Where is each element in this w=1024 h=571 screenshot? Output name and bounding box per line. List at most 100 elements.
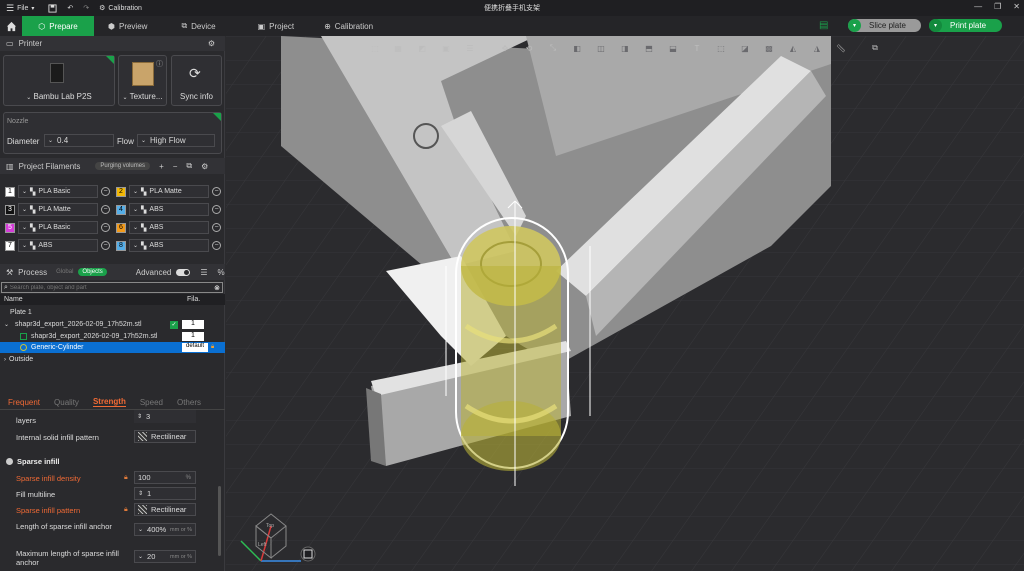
filament-item[interactable]: 1 ⌄ ▚ PLA Basic − xyxy=(5,184,110,199)
clear-icon[interactable]: ⊗ xyxy=(214,284,220,292)
printer-card[interactable]: ⌄ Bambu Lab P2S xyxy=(3,55,115,106)
text-icon[interactable]: T xyxy=(688,39,706,57)
global-toggle[interactable]: Global xyxy=(56,269,73,275)
stepper-icon[interactable]: ⇕ xyxy=(138,490,143,497)
part-fila-value[interactable]: 1 xyxy=(182,332,204,341)
filament-item[interactable]: 3 ⌄ ▚ PLA Matte − xyxy=(5,202,110,217)
diameter-select[interactable]: ⌄ 0.4 xyxy=(44,134,114,147)
name-column-header[interactable]: Name xyxy=(4,296,23,303)
slice-chevron-icon[interactable]: ▾ xyxy=(848,19,861,32)
flow-select[interactable]: ⌄ High Flow xyxy=(137,134,215,147)
move-icon[interactable]: ✥ xyxy=(496,39,514,57)
save-button[interactable] xyxy=(48,3,57,13)
lock-icon[interactable]: 🔒︎ xyxy=(124,474,128,482)
close-icon[interactable]: ✕ xyxy=(1013,2,1020,11)
menu-button[interactable]: ☰ File ▾ xyxy=(6,3,34,14)
grid-icon[interactable]: ▦ xyxy=(389,39,407,57)
filament-item[interactable]: 5 ⌄ ▚ PLA Basic − xyxy=(5,220,110,235)
modifier-fila-value[interactable]: default xyxy=(182,343,208,352)
calibration-button[interactable]: ⚙ Calibration xyxy=(99,4,142,13)
filament-select[interactable]: ⌄ ▚ PLA Basic xyxy=(18,185,98,198)
tree-outside-row[interactable]: › Outside xyxy=(0,354,225,365)
fit-view-button[interactable] xyxy=(300,546,316,562)
filament-item[interactable]: 6 ⌄ ▚ ABS − xyxy=(116,220,221,235)
tab-speed[interactable]: Speed xyxy=(140,398,163,407)
add-object-icon[interactable]: ⬚ xyxy=(366,39,384,57)
tree-modifier-row[interactable]: Generic-Cylinder default 🔒︎ xyxy=(0,342,225,353)
density-input[interactable]: 100 % xyxy=(134,471,196,484)
restore-icon[interactable]: ❐ xyxy=(994,2,1001,11)
layers-input[interactable]: ⇕ 3 xyxy=(134,410,196,423)
undo-button[interactable]: ↶ xyxy=(67,4,73,12)
scene-svg[interactable]: Top Left xyxy=(226,36,1024,571)
3d-viewport[interactable]: Top Left ⬚ ▦ ◩ ▣ ☰ ✥ ⟲ ⤡ ◧ ◫ ◨ ⬒ ⬓ T ⬚ ◪… xyxy=(226,36,1024,571)
object-fila-value[interactable]: 1 xyxy=(182,320,204,329)
rotate-icon[interactable]: ⟲ xyxy=(520,39,538,57)
filament-item[interactable]: 2 ⌄ ▚ PLA Matte − xyxy=(116,184,221,199)
minimize-icon[interactable]: — xyxy=(974,2,982,11)
objects-toggle[interactable]: Objects xyxy=(78,268,107,276)
sync-info-button[interactable]: ⟳ Sync info xyxy=(171,55,222,106)
tree-object-row[interactable]: ⌄ shapr3d_export_2026-02-09_17h52m.stl ✓… xyxy=(0,319,225,330)
plate-icon[interactable]: ▤ xyxy=(819,20,828,31)
settings-scrollbar[interactable] xyxy=(218,486,221,556)
filament-select[interactable]: ⌄ ▚ PLA Matte xyxy=(18,203,98,216)
tab-others[interactable]: Others xyxy=(177,398,201,407)
tab-device[interactable]: ⧉ Device xyxy=(171,16,225,36)
filament-select[interactable]: ⌄ ▚ PLA Matte xyxy=(129,185,209,198)
filament-item[interactable]: 4 ⌄ ▚ ABS − xyxy=(116,202,221,217)
anchor-input[interactable]: ⌄ 400% mm or % xyxy=(134,523,196,536)
percent-icon[interactable]: % xyxy=(218,268,225,277)
multiline-input[interactable]: ⇕ 1 xyxy=(134,487,196,500)
remove-filament-button[interactable]: − xyxy=(212,187,221,196)
stepper-icon[interactable]: ⇕ xyxy=(137,413,142,420)
purging-volumes-button[interactable]: Purging volumes xyxy=(95,162,151,170)
info-icon[interactable]: ⓘ xyxy=(156,59,163,69)
modifier-lock-icon[interactable]: 🔒︎ xyxy=(211,344,214,351)
remove-filament-button[interactable]: − xyxy=(101,205,110,214)
object-search[interactable]: ⌕ ⊗ xyxy=(1,282,223,293)
filament-item[interactable]: 7 ⌄ ▚ ABS − xyxy=(5,238,110,253)
filament-settings-icon[interactable]: ⚙ xyxy=(201,162,208,171)
filament-select[interactable]: ⌄ ▚ PLA Basic xyxy=(18,221,98,234)
remove-filament-icon[interactable]: − xyxy=(173,162,178,171)
plate-type-card[interactable]: ⓘ ⌄ Texture... xyxy=(118,55,167,106)
remove-filament-button[interactable]: − xyxy=(101,241,110,250)
advanced-switch[interactable] xyxy=(176,268,191,276)
list-icon[interactable]: ☰ xyxy=(200,268,207,277)
layers-icon[interactable]: ☰ xyxy=(461,39,479,57)
print-plate-button[interactable]: ▾ Print plate xyxy=(929,19,1002,32)
search-input[interactable] xyxy=(9,284,210,291)
printer-settings-icon[interactable]: ⚙ xyxy=(208,39,215,48)
remove-filament-button[interactable]: − xyxy=(101,187,110,196)
assembly-icon[interactable]: ⧉ xyxy=(866,39,884,57)
tab-project[interactable]: ▣ Project xyxy=(248,16,304,36)
remove-filament-button[interactable]: − xyxy=(212,241,221,250)
fila-column-header[interactable]: Fila. xyxy=(187,296,200,303)
orient-icon[interactable]: ◩ xyxy=(413,39,431,57)
filament-select[interactable]: ⌄ ▚ ABS xyxy=(129,203,209,216)
filament-select[interactable]: ⌄ ▚ ABS xyxy=(129,239,209,252)
filament-select[interactable]: ⌄ ▚ ABS xyxy=(129,221,209,234)
tab-prepare[interactable]: ⬡ Prepare xyxy=(22,16,94,36)
remove-filament-button[interactable]: − xyxy=(212,205,221,214)
tab-calibration[interactable]: ⊕ Calibration xyxy=(314,16,383,36)
tab-frequent[interactable]: Frequent xyxy=(8,398,40,407)
remove-filament-button[interactable]: − xyxy=(101,223,110,232)
checkbox-icon[interactable]: ✓ xyxy=(170,320,178,329)
scale-icon[interactable]: ⤡ xyxy=(544,39,562,57)
tab-strength[interactable]: Strength xyxy=(92,397,126,407)
redo-button[interactable]: ↷ xyxy=(83,4,89,12)
filament-item[interactable]: 8 ⌄ ▚ ABS − xyxy=(116,238,221,253)
print-chevron-icon[interactable]: ▾ xyxy=(929,19,942,32)
add-filament-icon[interactable]: + xyxy=(159,162,164,171)
arrange-icon[interactable]: ▣ xyxy=(437,39,455,57)
pattern-select[interactable]: Rectilinear xyxy=(134,503,196,516)
home-button[interactable] xyxy=(0,16,22,36)
tab-quality[interactable]: Quality xyxy=(54,398,79,407)
filament-select[interactable]: ⌄ ▚ ABS xyxy=(18,239,98,252)
remove-filament-button[interactable]: − xyxy=(212,223,221,232)
measure-icon[interactable]: 📏︎ xyxy=(832,39,850,57)
filament-sync-icon[interactable]: ⧉ xyxy=(186,161,192,171)
max-anchor-input[interactable]: ⌄ 20 mm or % xyxy=(134,550,196,563)
